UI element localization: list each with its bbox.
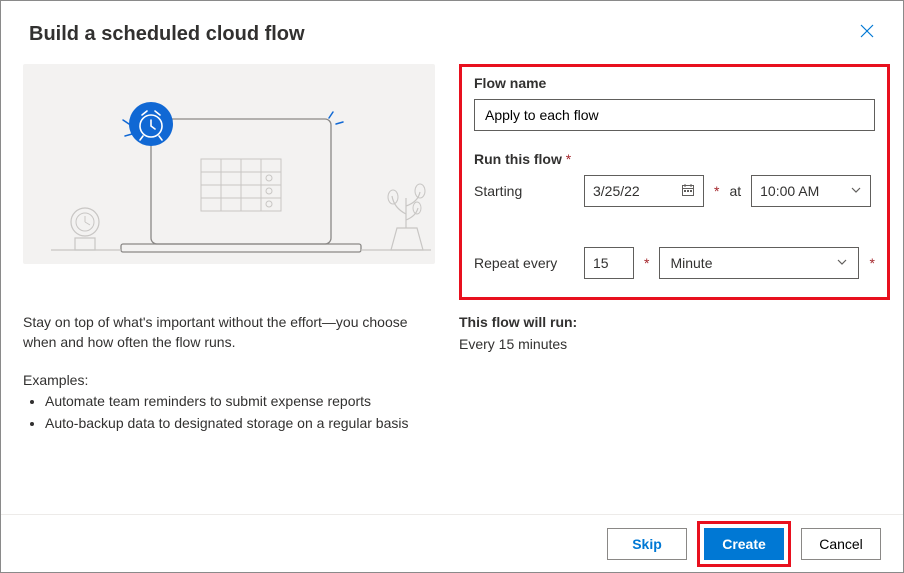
flow-name-label: Flow name	[474, 75, 875, 91]
skip-button[interactable]: Skip	[607, 528, 687, 560]
required-mark: *	[869, 255, 874, 271]
cancel-button[interactable]: Cancel	[801, 528, 881, 560]
required-mark: *	[644, 255, 649, 271]
form-highlight-area: Flow name Run this flow * Starting 3/25/…	[459, 64, 890, 300]
summary-label: This flow will run:	[459, 314, 890, 330]
list-item: Auto-backup data to designated storage o…	[45, 412, 435, 434]
create-button-highlight: Create	[697, 521, 791, 567]
description-text: Stay on top of what's important without …	[23, 312, 435, 352]
close-icon[interactable]	[859, 23, 875, 44]
repeat-count-input[interactable]: 15	[584, 247, 634, 279]
required-mark: *	[714, 183, 719, 199]
chevron-down-icon	[850, 183, 862, 199]
examples-heading: Examples:	[23, 372, 435, 388]
calendar-icon	[681, 183, 695, 200]
at-label: at	[729, 183, 741, 199]
chevron-down-icon	[836, 255, 848, 271]
starting-date-input[interactable]: 3/25/22	[584, 175, 704, 207]
repeat-unit-select[interactable]: Minute	[659, 247, 859, 279]
flow-name-input[interactable]	[474, 99, 875, 131]
list-item: Automate team reminders to submit expens…	[45, 390, 435, 412]
create-button[interactable]: Create	[704, 528, 784, 560]
examples-list: Automate team reminders to submit expens…	[23, 390, 435, 434]
starting-time-select[interactable]: 10:00 AM	[751, 175, 871, 207]
dialog-title: Build a scheduled cloud flow	[29, 23, 305, 46]
run-this-flow-label: Run this flow *	[474, 151, 875, 167]
summary-text: Every 15 minutes	[459, 336, 890, 352]
scheduled-flow-illustration	[23, 64, 435, 264]
repeat-every-label: Repeat every	[474, 255, 574, 271]
starting-label: Starting	[474, 183, 574, 199]
